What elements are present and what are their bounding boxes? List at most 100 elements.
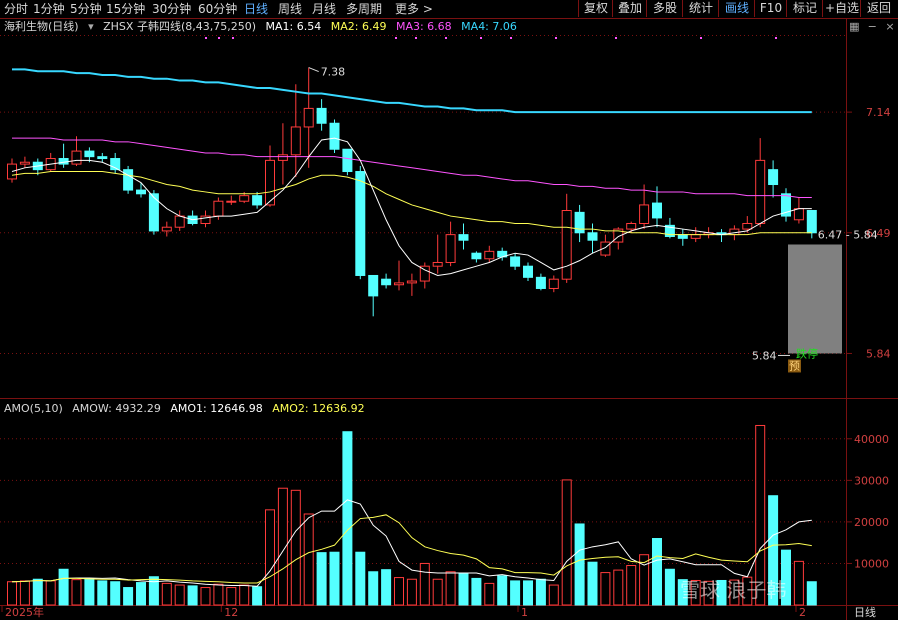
signal-dot <box>232 37 234 39</box>
candle-body <box>510 256 521 267</box>
candle-body <box>484 250 495 260</box>
statistics-button[interactable]: 统计 <box>682 0 719 17</box>
candle-body <box>368 274 379 297</box>
tab-fenshi[interactable]: 分时 <box>4 1 28 17</box>
low-label: 5.84 <box>752 349 777 362</box>
mark-button[interactable]: 标记 <box>786 0 823 17</box>
f10-button[interactable]: F10 <box>754 0 787 17</box>
multi-stock-button[interactable]: 多股 <box>646 0 683 17</box>
candle-body <box>84 150 95 158</box>
tab-60min[interactable]: 60分钟 <box>198 1 237 17</box>
predict-label: 预 <box>789 359 800 372</box>
ma3-value: MA3: 6.68 <box>395 20 452 33</box>
volume-bar <box>793 560 804 606</box>
volume-bar <box>510 580 521 606</box>
candle-body <box>793 208 804 221</box>
signal-dot <box>510 37 512 39</box>
candle-body <box>445 234 456 263</box>
restore-rights-button[interactable]: 复权 <box>578 0 613 17</box>
tab-weekly[interactable]: 周线 <box>278 1 302 17</box>
candle-body <box>123 169 134 191</box>
volume-bar <box>148 576 159 606</box>
candle-body <box>290 126 301 156</box>
indicator-name[interactable]: ZHSX 子韩四线(8,43,75,250) <box>103 20 256 33</box>
kline-chart[interactable]: 7.146.495.84400003000020000100002025年 12 1… <box>0 0 898 620</box>
signal-dot <box>395 37 397 39</box>
candle-body <box>406 280 417 284</box>
grid-icon[interactable]: ▦ <box>848 21 860 33</box>
volume-bar <box>161 582 172 606</box>
amo-title[interactable]: AMO(5,10) <box>4 402 63 415</box>
volume-bar <box>368 571 379 606</box>
signal-dot <box>445 37 447 39</box>
tab-1min[interactable]: 1分钟 <box>33 1 65 17</box>
volume-bar <box>613 569 624 606</box>
candle-body <box>458 234 469 241</box>
volume-bar <box>84 578 95 606</box>
candle-body <box>136 189 146 195</box>
candle-body <box>239 195 250 202</box>
candle-body <box>652 202 662 219</box>
period-label: 日线 <box>854 605 876 619</box>
add-watchlist-button[interactable]: +自选 <box>822 0 861 17</box>
volume-bar <box>265 509 275 606</box>
amo-legend: AMO(5,10) AMOW: 4932.29 AMO1: 12646.98 A… <box>4 401 371 417</box>
tab-multi-period[interactable]: 多周期 <box>346 1 382 17</box>
ma2-value: MA2: 6.49 <box>330 20 387 33</box>
signal-dot <box>218 37 220 39</box>
stock-title: 海利生物(日线) <box>4 20 79 33</box>
high-label: 7.38 <box>321 66 346 79</box>
signal-dot <box>480 37 482 39</box>
ma4-value: MA4: 7.06 <box>461 20 517 33</box>
candle-body <box>523 265 533 278</box>
volume-bar <box>535 578 546 606</box>
candle-body <box>768 169 779 186</box>
signal-dot <box>555 37 557 39</box>
signal-dot <box>775 37 777 39</box>
dropdown-arrow-icon[interactable]: ▾ <box>88 20 94 33</box>
candle-body <box>19 161 30 165</box>
volume-bar <box>136 582 146 606</box>
amo2-value: AMO2: 12636.92 <box>272 402 365 415</box>
tab-5min[interactable]: 5分钟 <box>70 1 102 17</box>
back-button[interactable]: 返回 <box>860 0 897 17</box>
candle-body <box>277 154 288 161</box>
draw-line-button[interactable]: 画线 <box>718 0 755 17</box>
volume-bar <box>600 572 611 606</box>
candle-body <box>690 234 701 239</box>
price-axis-label: 7.14 <box>866 106 891 119</box>
volume-bar <box>200 587 211 606</box>
range-label: 6.47 - 5.84 <box>818 228 878 241</box>
tab-more[interactable]: 更多 > <box>395 1 433 17</box>
volume-bar <box>19 580 30 606</box>
signal-dot <box>415 37 417 39</box>
window-controls: ▦ − × <box>846 19 896 35</box>
volume-bar <box>458 573 469 606</box>
tab-30min[interactable]: 30分钟 <box>152 1 191 17</box>
volume-bar <box>497 575 508 606</box>
minus-icon[interactable]: − <box>866 21 878 33</box>
volume-bar <box>226 587 237 606</box>
tab-15min[interactable]: 15分钟 <box>106 1 145 17</box>
volume-bar <box>471 577 482 606</box>
overlay-button[interactable]: 叠加 <box>612 0 647 17</box>
candle-body <box>226 200 237 203</box>
ma1-line <box>11 137 812 276</box>
candle-body <box>548 278 559 289</box>
volume-bar <box>806 581 817 606</box>
volume-bar <box>316 552 327 606</box>
tab-daily[interactable]: 日线 <box>244 1 268 17</box>
volume-bar <box>626 565 637 606</box>
close-icon[interactable]: × <box>884 21 896 33</box>
volume-bar <box>406 578 417 606</box>
volume-bar <box>419 562 430 606</box>
amo1-value: AMO1: 12646.98 <box>170 402 263 415</box>
volume-bar <box>664 568 675 606</box>
candle-body <box>381 278 392 286</box>
candle-body <box>252 195 263 206</box>
tab-monthly[interactable]: 月线 <box>312 1 336 17</box>
candle-body <box>97 156 108 160</box>
annotations-layer: 7.38 6.47 - 5.84 5.84 跌停预 <box>205 37 878 373</box>
volume-bar <box>32 578 43 606</box>
volume-bar <box>329 551 340 606</box>
